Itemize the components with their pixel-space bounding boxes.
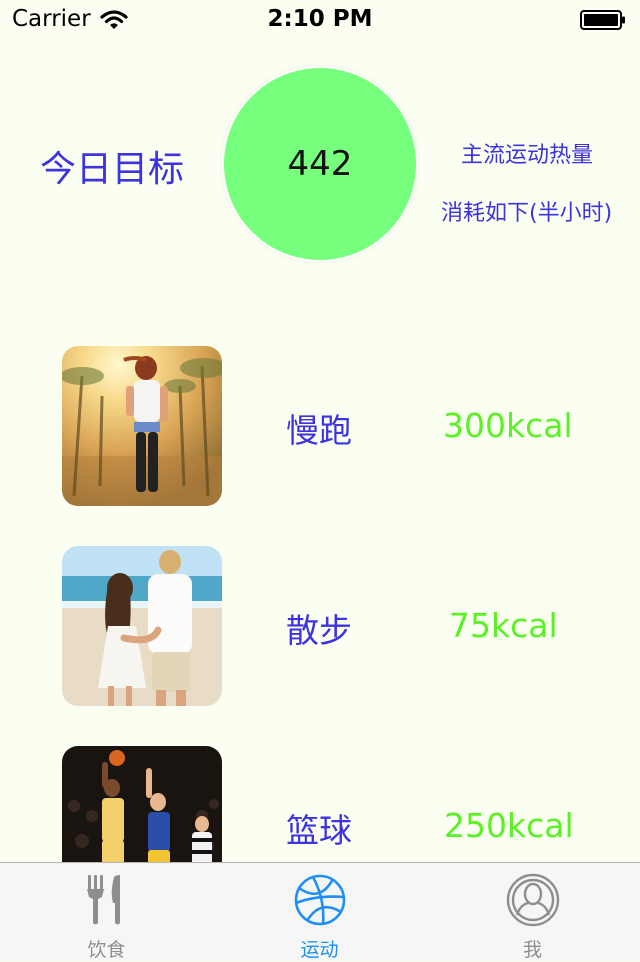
- status-time: 2:10 PM: [267, 6, 373, 32]
- tab-diet[interactable]: 饮食: [0, 863, 213, 961]
- status-bar: Carrier 2:10 PM: [0, 0, 640, 40]
- tab-label: 饮食: [87, 939, 126, 961]
- tab-me[interactable]: 我: [426, 863, 639, 961]
- calorie-info-line-1: 主流运动热量: [461, 143, 594, 168]
- activity-name: 篮球: [286, 811, 352, 850]
- battery-icon: [580, 10, 625, 30]
- jogging-photo: [62, 346, 222, 506]
- activity-kcal: 250kcal: [444, 806, 574, 845]
- activity-kcal: 75kcal: [449, 606, 558, 645]
- goal-circle: 442: [224, 68, 416, 260]
- fork-knife-icon: [87, 875, 120, 925]
- calorie-info-line-2: 消耗如下(半小时): [441, 201, 613, 226]
- activity-row-walking[interactable]: 散步 75kcal: [0, 546, 640, 706]
- walking-photo: [62, 546, 222, 706]
- activity-row-jogging[interactable]: 慢跑 300kcal: [0, 346, 640, 506]
- activity-kcal: 300kcal: [443, 406, 573, 445]
- activity-name: 散步: [286, 611, 352, 650]
- tab-label: 运动: [300, 939, 339, 961]
- today-goal-label: 今日目标: [40, 149, 185, 190]
- activity-name: 慢跑: [286, 411, 352, 450]
- tab-exercise[interactable]: 运动: [213, 863, 426, 961]
- profile-icon: [506, 873, 560, 927]
- basketball-icon: [294, 874, 346, 926]
- tab-label: 我: [522, 939, 542, 961]
- goal-value: 442: [287, 144, 353, 184]
- tab-bar: 饮食 运动 我: [0, 862, 640, 961]
